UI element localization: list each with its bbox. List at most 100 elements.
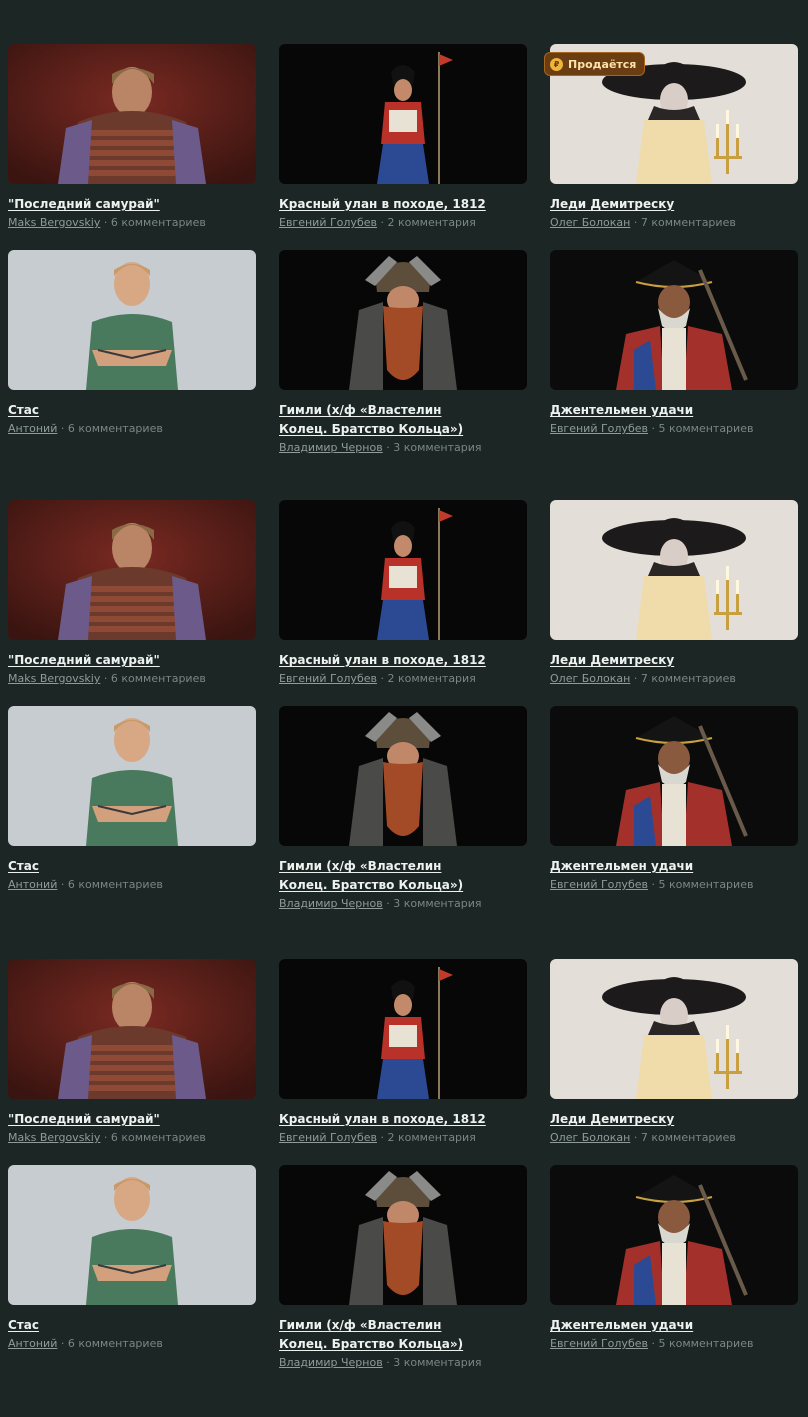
card-thumbnail[interactable] [8,250,256,390]
card-title-link[interactable]: Гимли (х/ф «Властелин Колец. Братство Ко… [279,1316,494,1354]
card-thumbnail[interactable] [8,706,256,846]
gallery-card: Гимли (х/ф «Властелин Колец. Братство Ко… [279,250,527,455]
card-thumbnail[interactable] [550,250,798,390]
card-comment-count: 5 комментариев [658,878,754,891]
card-thumbnail[interactable] [550,706,798,846]
card-thumbnail[interactable] [8,1165,256,1305]
meta-separator: · [647,1337,659,1350]
card-title-link[interactable]: Джентельмен удачи [550,1316,765,1335]
card-title-link[interactable]: Стас [8,401,223,420]
card-meta: Евгений Голубев · 5 комментариев [550,1336,798,1351]
card-thumbnail[interactable] [279,706,527,846]
card-author-link[interactable]: Евгений Голубев [550,878,648,891]
meta-separator: · [376,216,388,229]
samurai-figure-image [8,500,256,640]
card-meta: Олег Болокан · 7 комментариев [550,671,798,686]
card-comment-count: 6 комментариев [67,878,163,891]
card-thumbnail[interactable] [8,44,256,184]
card-title-link[interactable]: Стас [8,1316,223,1335]
meta-separator: · [100,1131,111,1144]
card-meta: Олег Болокан · 7 комментариев [550,215,798,230]
card-author-link[interactable]: Евгений Голубев [279,672,377,685]
card-thumbnail[interactable] [8,959,256,1099]
meta-separator: · [376,672,388,685]
card-comment-count: 6 комментариев [110,672,206,685]
card-thumbnail[interactable] [279,44,527,184]
card-author-link[interactable]: Maks Bergovskiy [8,1131,100,1144]
card-meta: Антоний · 6 комментариев [8,877,256,892]
gallery-card: Леди Демитреску Олег Болокан · 7 коммент… [550,959,798,1145]
card-author-link[interactable]: Владимир Чернов [279,1356,383,1369]
card-title-link[interactable]: "Последний самурай" [8,651,223,670]
card-author-link[interactable]: Антоний [8,422,57,435]
card-title-link[interactable]: Джентельмен удачи [550,401,765,420]
lady-figure-image [550,500,798,640]
card-title-link[interactable]: Гимли (х/ф «Властелин Колец. Братство Ко… [279,857,494,895]
card-comment-count: 7 комментариев [640,216,736,229]
card-thumbnail[interactable] [279,1165,527,1305]
gallery-card: Леди Демитреску Олег Болокан · 7 коммент… [550,500,798,686]
card-title-link[interactable]: Джентельмен удачи [550,857,765,876]
card-title-link[interactable]: Красный улан в походе, 1812 [279,195,494,214]
card-thumbnail[interactable] [550,959,798,1099]
card-title-link[interactable]: Красный улан в походе, 1812 [279,651,494,670]
card-comment-count: 6 комментариев [67,1337,163,1350]
card-meta: Евгений Голубев · 5 комментариев [550,421,798,436]
card-author-link[interactable]: Евгений Голубев [279,1131,377,1144]
card-author-link[interactable]: Владимир Чернов [279,897,383,910]
meta-separator: · [57,422,68,435]
gallery-card: Стас Антоний · 6 комментариев [8,706,256,892]
card-thumbnail[interactable] [550,1165,798,1305]
meta-separator: · [100,216,111,229]
gallery-card: Гимли (х/ф «Властелин Колец. Братство Ко… [279,1165,527,1370]
stas-figure-image [8,1165,256,1305]
gallery-card: Красный улан в походе, 1812 Евгений Голу… [279,44,527,230]
card-comment-count: 3 комментария [393,441,482,454]
card-title-link[interactable]: Стас [8,857,223,876]
stas-figure-image [8,250,256,390]
card-title-link[interactable]: "Последний самурай" [8,195,223,214]
card-author-link[interactable]: Maks Bergovskiy [8,672,100,685]
card-comment-count: 5 комментариев [658,1337,754,1350]
card-thumbnail[interactable] [279,959,527,1099]
card-author-link[interactable]: Антоний [8,1337,57,1350]
card-author-link[interactable]: Олег Болокан [550,216,630,229]
card-thumbnail[interactable] [550,500,798,640]
card-author-link[interactable]: Евгений Голубев [550,1337,648,1350]
card-author-link[interactable]: Антоний [8,878,57,891]
gallery-card: "Последний самурай" Maks Bergovskiy · 6 … [8,500,256,686]
card-thumbnail[interactable] [279,500,527,640]
card-author-link[interactable]: Евгений Голубев [550,422,648,435]
samurai-figure-image [8,959,256,1099]
for-sale-badge-label: Продаётся [568,57,637,71]
card-thumbnail[interactable] [279,250,527,390]
pirate-figure-image [550,250,798,390]
card-title-link[interactable]: Леди Демитреску [550,651,765,670]
card-author-link[interactable]: Maks Bergovskiy [8,216,100,229]
gallery-card: "Последний самурай" Maks Bergovskiy · 6 … [8,44,256,230]
card-meta: Евгений Голубев · 2 комментария [279,1130,527,1145]
card-author-link[interactable]: Евгений Голубев [279,216,377,229]
card-comment-count: 5 комментариев [658,422,754,435]
gallery-card: Красный улан в походе, 1812 Евгений Голу… [279,959,527,1145]
card-comment-count: 6 комментариев [67,422,163,435]
card-title-link[interactable]: Красный улан в походе, 1812 [279,1110,494,1129]
card-author-link[interactable]: Владимир Чернов [279,441,383,454]
card-meta: Антоний · 6 комментариев [8,1336,256,1351]
card-thumbnail[interactable] [8,500,256,640]
card-comment-count: 2 комментария [387,1131,476,1144]
card-comment-count: 7 комментариев [640,672,736,685]
card-title-link[interactable]: "Последний самурай" [8,1110,223,1129]
meta-separator: · [630,1131,641,1144]
meta-separator: · [376,1131,388,1144]
card-title-link[interactable]: Леди Демитреску [550,195,765,214]
gimli-figure-image [279,1165,527,1305]
card-comment-count: 7 комментариев [640,1131,736,1144]
card-author-link[interactable]: Олег Болокан [550,1131,630,1144]
meta-separator: · [57,1337,68,1350]
ruble-coin-icon: ₽ [550,57,563,71]
card-title-link[interactable]: Гимли (х/ф «Властелин Колец. Братство Ко… [279,401,494,439]
meta-separator: · [630,216,641,229]
card-title-link[interactable]: Леди Демитреску [550,1110,765,1129]
card-author-link[interactable]: Олег Болокан [550,672,630,685]
